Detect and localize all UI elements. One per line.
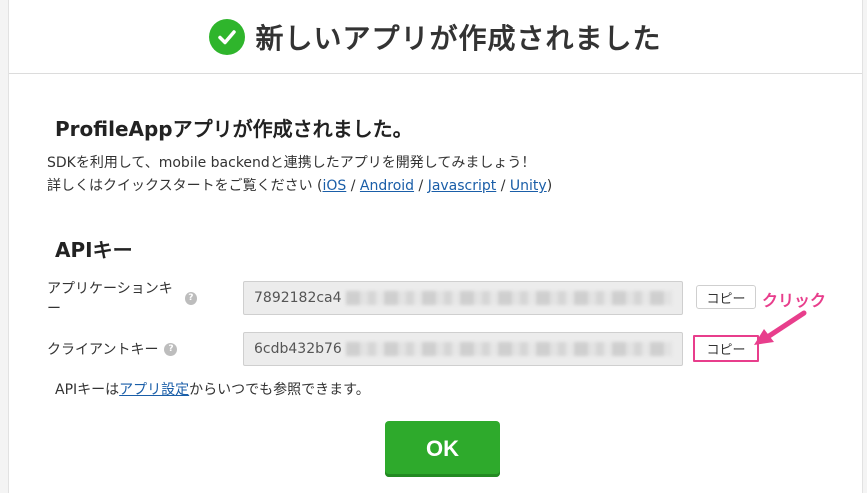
dialog-title: 新しいアプリが作成されました: [255, 21, 662, 55]
client-key-row: クライアントキー ? 6cdb432b76 コピー: [47, 331, 759, 367]
application-key-label-text: アプリケーションキー: [47, 281, 173, 317]
sdk-description: SDKを利用して、mobile backendと連携したアプリを開発してみましょ…: [47, 152, 552, 198]
app-created-title: ProfileAppアプリが作成されました。: [55, 117, 413, 141]
app-created-dialog: 新しいアプリが作成されました ProfileAppアプリが作成されました。 SD…: [8, 0, 863, 493]
annotation-arrow-icon: [754, 310, 807, 345]
redacted-key-mask: [345, 291, 672, 305]
copy-client-key-button[interactable]: コピー: [693, 335, 759, 362]
ok-button[interactable]: OK: [385, 421, 500, 477]
link-separator: /: [346, 178, 360, 194]
link-separator: /: [414, 178, 428, 194]
sdk-description-line: SDKを利用して、mobile backendと連携したアプリを開発してみましょ…: [47, 155, 536, 171]
application-key-row: アプリケーションキー ? 7892182ca4 コピー: [47, 278, 756, 318]
redacted-key-mask: [345, 342, 672, 356]
client-key-field[interactable]: 6cdb432b76: [243, 332, 683, 366]
quickstart-suffix: ): [546, 178, 553, 194]
client-key-label: クライアントキー ?: [47, 339, 195, 359]
footnote-prefix: APIキーは: [55, 382, 120, 398]
api-key-footnote: APIキーはアプリ設定からいつでも参照できます。: [55, 379, 370, 399]
quickstart-line: 詳しくはクイックスタートをご覧ください (iOS / Android / Jav…: [47, 175, 552, 198]
copy-application-key-button[interactable]: コピー: [696, 285, 756, 309]
app-settings-link[interactable]: アプリ設定: [119, 382, 189, 398]
application-key-value: 7892182ca4: [254, 290, 342, 306]
application-key-label: アプリケーションキー ?: [47, 278, 197, 318]
help-icon[interactable]: ?: [184, 291, 197, 305]
footnote-suffix: からいつでも参照できます。: [189, 382, 370, 398]
api-key-heading: APIキー: [55, 238, 133, 262]
help-icon[interactable]: ?: [164, 342, 178, 356]
quickstart-link-javascript[interactable]: Javascript: [428, 178, 497, 194]
client-key-label-text: クライアントキー: [47, 342, 159, 358]
quickstart-prefix: 詳しくはクイックスタートをご覧ください (: [47, 178, 323, 194]
quickstart-link-ios[interactable]: iOS: [323, 178, 347, 194]
link-separator: /: [496, 178, 510, 194]
dialog-header: 新しいアプリが作成されました: [9, 0, 862, 74]
quickstart-link-android[interactable]: Android: [360, 178, 414, 194]
check-circle-icon: [209, 18, 246, 55]
application-key-field[interactable]: 7892182ca4: [243, 281, 683, 315]
quickstart-link-unity[interactable]: Unity: [510, 178, 547, 194]
client-key-value: 6cdb432b76: [254, 341, 342, 357]
